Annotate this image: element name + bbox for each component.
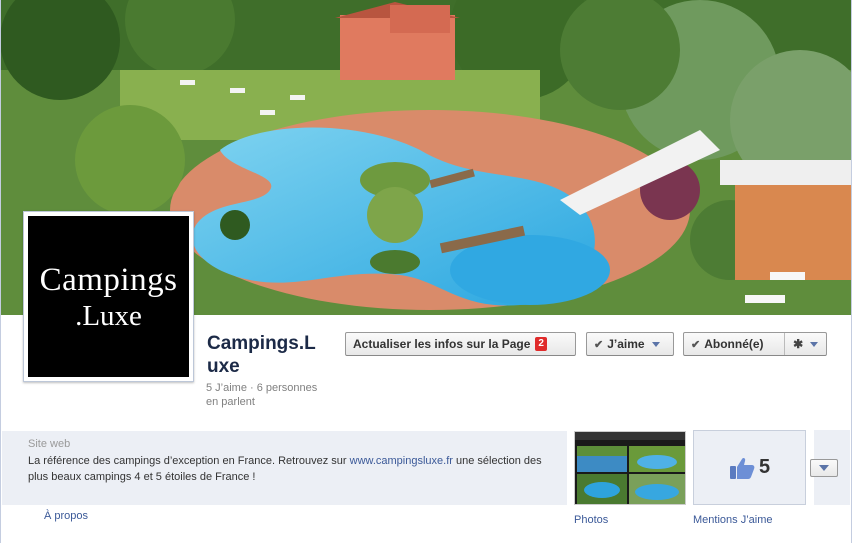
logo-text-line1: Campings: [39, 261, 178, 298]
profile-logo: Campings .Luxe: [28, 216, 189, 377]
about-link[interactable]: À propos: [44, 510, 88, 522]
like-button[interactable]: ✔ J’aime: [586, 332, 674, 356]
photos-thumbnail[interactable]: [574, 431, 686, 505]
likes-label[interactable]: Mentions J’aime: [693, 514, 772, 526]
dropdown-arrow-icon: [810, 341, 819, 347]
about-label: Site web: [28, 438, 71, 450]
settings-dropdown-button[interactable]: ✱: [785, 333, 826, 355]
dropdown-arrow-icon: [651, 341, 660, 347]
page-stats: 5 J’aime · 6 personnes en parlent: [206, 381, 326, 409]
likes-box[interactable]: 5: [693, 430, 806, 505]
profile-picture[interactable]: Campings .Luxe: [23, 211, 194, 382]
update-page-info-button[interactable]: Actualiser les infos sur la Page 2: [345, 332, 576, 356]
photos-thumbnail-image: [575, 432, 685, 504]
page-title-line1: Campings.L: [207, 333, 316, 354]
page-title[interactable]: Campings.L uxe: [207, 332, 337, 378]
subscribed-toggle[interactable]: ✔ Abonné(e): [684, 333, 786, 355]
website-link[interactable]: www.campingsluxe.fr: [350, 455, 453, 467]
about-description: La référence des campings d’exception en…: [28, 453, 563, 485]
page-stats-line2: en parlent: [206, 396, 255, 408]
check-icon: ✔: [691, 338, 701, 351]
dropdown-arrow-icon: [819, 465, 829, 471]
photos-label[interactable]: Photos: [574, 514, 608, 526]
like-label: J’aime: [607, 337, 645, 351]
update-page-info-label: Actualiser les infos sur la Page: [353, 337, 531, 351]
subscribed-label: Abonné(e): [704, 337, 764, 351]
thumbs-up-icon: [729, 457, 755, 479]
subscribed-button: ✔ Abonné(e) ✱: [683, 332, 827, 356]
page-title-line2: uxe: [207, 356, 240, 377]
about-box: Site web La référence des campings d’exc…: [2, 431, 567, 505]
more-apps-button[interactable]: [810, 459, 838, 477]
about-text-before: La référence des campings d’exception en…: [28, 455, 350, 467]
page-stats-line1: 5 J’aime · 6 personnes: [206, 382, 318, 394]
notification-badge: 2: [535, 337, 547, 351]
logo-text-line2: .Luxe: [75, 299, 142, 332]
gear-icon: ✱: [793, 337, 804, 351]
likes-count: 5: [758, 456, 771, 478]
check-icon: ✔: [594, 338, 604, 351]
